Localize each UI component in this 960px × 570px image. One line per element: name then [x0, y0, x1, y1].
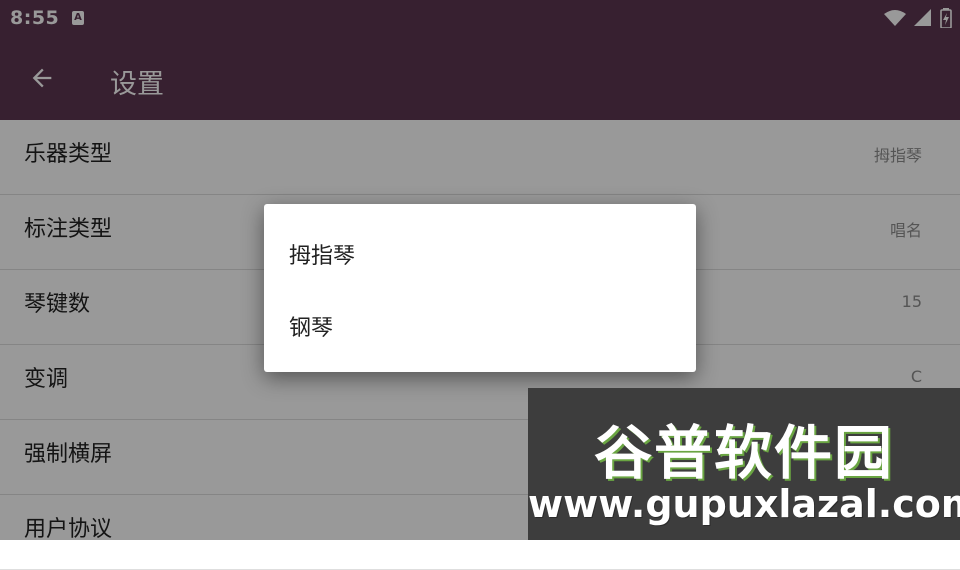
instrument-choice-dialog: 拇指琴 钢琴: [264, 204, 696, 372]
option-label: 拇指琴: [289, 244, 356, 269]
app-root: 8:55 A 设置 乐器类型 拇指琴 标注类型 唱名 琴键数 15 变调 C 强…: [0, 0, 960, 570]
watermark: 谷普软件园 www.gupuxlazal.com: [528, 388, 960, 540]
watermark-url: www.gupuxlazal.com: [528, 482, 960, 526]
dialog-option-piano[interactable]: 钢琴: [264, 290, 696, 360]
watermark-title: 谷普软件园: [593, 419, 894, 487]
dialog-option-thumb-piano[interactable]: 拇指琴: [264, 218, 696, 288]
option-label: 钢琴: [289, 316, 334, 341]
